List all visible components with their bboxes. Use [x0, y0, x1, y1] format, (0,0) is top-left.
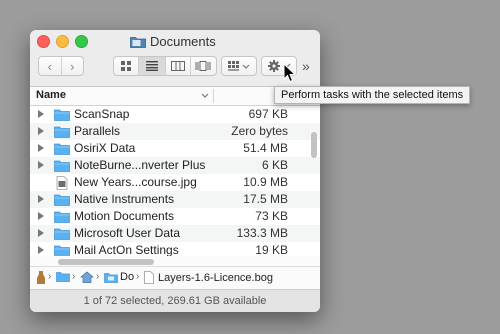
- path-item-documents-label: Do: [120, 271, 135, 283]
- folder-icon: [130, 36, 146, 48]
- list-item[interactable]: New Years...course.jpg 10.9 MB: [30, 174, 320, 191]
- list-item[interactable]: Native Instruments 17.5 MB: [30, 191, 320, 208]
- file-name: Mail ActOn Settings: [74, 243, 179, 256]
- horizontal-scrollbar[interactable]: [58, 259, 154, 265]
- status-bar: 1 of 72 selected, 269.61 GB available: [30, 289, 320, 312]
- toolbar: ‹ › »: [30, 52, 320, 86]
- file-list: ScanSnap 697 KB Parallels Zero bytes Osi…: [30, 106, 320, 256]
- file-name: Native Instruments: [74, 192, 175, 206]
- file-name: ScanSnap: [74, 107, 130, 121]
- cursor-icon: [283, 63, 297, 83]
- path-separator-icon: ›: [136, 271, 140, 282]
- column-separator[interactable]: [213, 89, 214, 103]
- arrange-button[interactable]: [221, 56, 257, 76]
- path-item-file-label: Layers-1.6-Licence.bog: [158, 271, 273, 284]
- file-name: Parallels: [74, 124, 121, 138]
- file-name: OsiriX Data: [74, 141, 136, 155]
- disclosure-triangle-icon[interactable]: [38, 229, 44, 237]
- action-tooltip: Perform tasks with the selected items: [274, 86, 470, 104]
- nav-buttons: ‹ ›: [38, 56, 84, 76]
- path-separator-icon: ›: [96, 271, 100, 282]
- file-name: New Years...course.jpg: [74, 175, 197, 189]
- vertical-scrollbar[interactable]: [311, 132, 317, 158]
- path-item-file[interactable]: Layers-1.6-Licence.bog: [144, 271, 273, 284]
- back-button[interactable]: ‹: [39, 57, 62, 75]
- file-size: 19 KB: [255, 243, 288, 256]
- zoom-button[interactable]: [75, 35, 88, 48]
- file-size: 73 KB: [255, 209, 288, 223]
- cover-flow-icon: [195, 61, 211, 71]
- chevron-left-icon: ‹: [47, 58, 52, 74]
- home-icon: [80, 271, 94, 283]
- file-name: Microsoft User Data: [74, 226, 181, 240]
- finder-window: Documents ‹ › » Name ScanSnap 697 KB Par…: [30, 30, 320, 312]
- path-item-folder[interactable]: [56, 271, 70, 282]
- folder-icon: [54, 211, 70, 223]
- column-view-button[interactable]: [166, 57, 191, 75]
- folder-icon: [54, 126, 70, 138]
- icon-view-button[interactable]: [114, 57, 140, 75]
- folder-icon: [56, 272, 70, 282]
- view-mode-segment: [113, 56, 217, 76]
- file-name: NoteBurne...nverter Plus: [74, 158, 206, 172]
- window-title: Documents: [130, 33, 216, 49]
- column-view-icon: [170, 61, 185, 71]
- arrange-icon: [228, 61, 250, 71]
- path-bar: › › › Do › Layers-1.6-Licence.bog: [30, 266, 320, 289]
- folder-icon: [54, 160, 70, 172]
- list-item[interactable]: OsiriX Data 51.4 MB: [30, 140, 320, 157]
- image-file-icon: [56, 176, 68, 190]
- path-separator-icon: ›: [48, 271, 52, 282]
- folder-icon: [54, 194, 70, 206]
- forward-button[interactable]: ›: [62, 57, 84, 75]
- file-size: 697 KB: [248, 107, 288, 121]
- disclosure-triangle-icon[interactable]: [38, 161, 44, 169]
- list-item[interactable]: Parallels Zero bytes: [30, 123, 320, 140]
- icon-view-icon: [121, 61, 132, 71]
- window-title-text: Documents: [150, 33, 216, 49]
- disk-icon: [37, 271, 45, 284]
- list-view-button[interactable]: [139, 57, 166, 75]
- list-item[interactable]: Mail ActOn Settings 19 KB: [30, 242, 320, 256]
- list-item[interactable]: NoteBurne...nverter Plus 6 KB: [30, 157, 320, 174]
- file-size: Zero bytes: [231, 124, 288, 138]
- folder-icon: [54, 245, 70, 256]
- list-view-icon: [145, 61, 158, 71]
- folder-icon: [54, 143, 70, 155]
- chevron-right-icon: ›: [70, 58, 75, 74]
- sort-chevron-icon: [201, 93, 209, 98]
- column-name-header[interactable]: Name: [36, 89, 66, 101]
- disclosure-triangle-icon[interactable]: [38, 246, 44, 254]
- path-item-home[interactable]: [80, 271, 94, 283]
- list-item[interactable]: Microsoft User Data 133.3 MB: [30, 225, 320, 242]
- document-file-icon: [144, 271, 154, 284]
- list-item[interactable]: ScanSnap 697 KB: [30, 106, 320, 123]
- path-item-disk[interactable]: [36, 271, 46, 284]
- folder-icon: [54, 109, 70, 121]
- file-size: 6 KB: [261, 158, 288, 172]
- file-size: 133.3 MB: [236, 226, 288, 240]
- disclosure-triangle-icon[interactable]: [38, 212, 44, 220]
- toolbar-overflow-button[interactable]: »: [302, 58, 310, 74]
- documents-folder-icon: [104, 272, 118, 283]
- file-size: 10.9 MB: [243, 175, 288, 189]
- path-separator-icon: ›: [72, 271, 76, 282]
- file-size: 51.4 MB: [243, 141, 288, 155]
- disclosure-triangle-icon[interactable]: [38, 144, 44, 152]
- file-name: Motion Documents: [74, 209, 175, 223]
- cover-flow-button[interactable]: [191, 57, 216, 75]
- path-item-documents[interactable]: Do: [104, 271, 134, 283]
- file-size: 17.5 MB: [243, 192, 288, 206]
- disclosure-triangle-icon[interactable]: [38, 127, 44, 135]
- close-button[interactable]: [37, 35, 50, 48]
- list-item[interactable]: Motion Documents 73 KB: [30, 208, 320, 225]
- disclosure-triangle-icon[interactable]: [38, 195, 44, 203]
- title-bar[interactable]: Documents: [30, 30, 320, 52]
- folder-icon: [54, 228, 70, 240]
- disclosure-triangle-icon[interactable]: [38, 110, 44, 118]
- minimize-button[interactable]: [56, 35, 69, 48]
